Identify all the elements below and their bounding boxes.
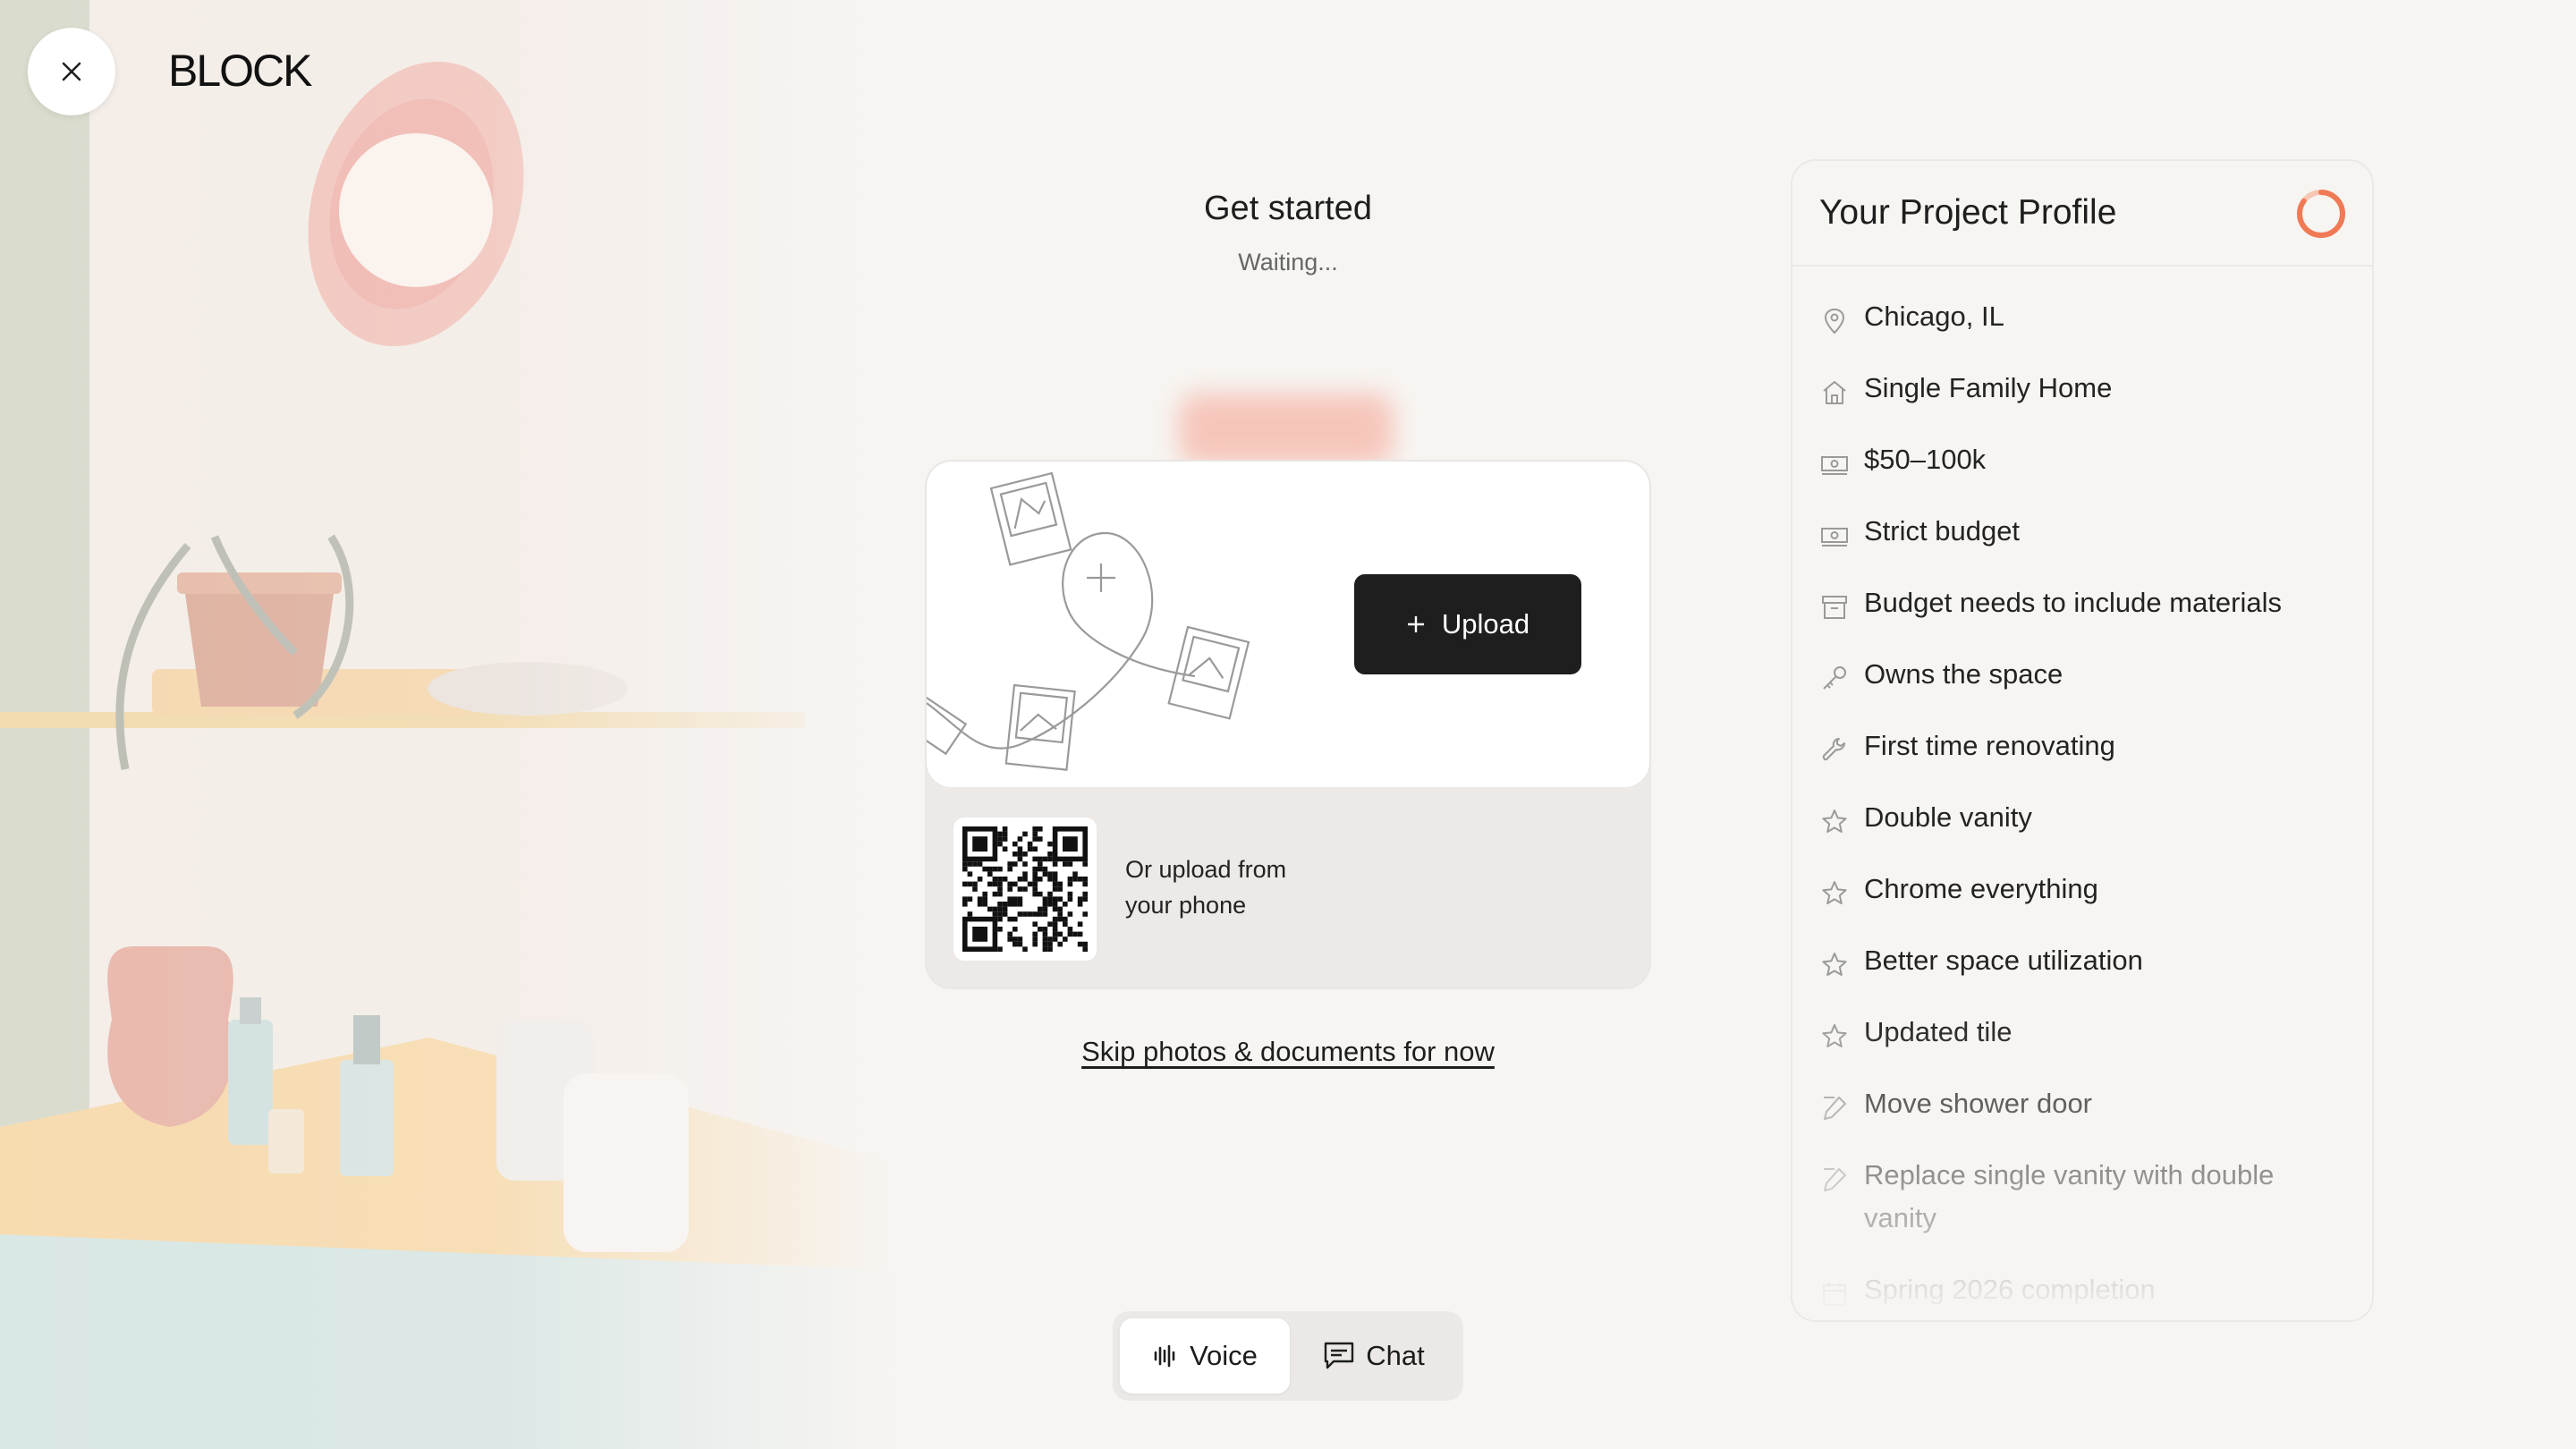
money-icon	[1821, 456, 1848, 475]
profile-item-label: Chrome everything	[1864, 873, 2098, 904]
profile-item: Spring 2026 completion	[1792, 1268, 2372, 1311]
block-logo[interactable]: BLOCK	[168, 45, 313, 97]
plus-icon	[1407, 616, 1424, 632]
profile-item-label: Strict budget	[1864, 515, 2021, 547]
profile-item-label: Replace single vanity with double vanity	[1864, 1159, 2275, 1233]
profile-item: Chrome everything	[1792, 868, 2372, 911]
status-text: Waiting...	[1238, 249, 1338, 275]
profile-item: Updated tile	[1792, 1011, 2372, 1054]
decorative-blur	[1179, 394, 1394, 465]
profile-item: Owns the space	[1792, 653, 2372, 696]
wrench-icon	[1822, 738, 1845, 761]
location-pin-icon	[1824, 308, 1845, 335]
profile-item: First time renovating	[1792, 724, 2372, 767]
archive-box-icon	[1822, 596, 1847, 619]
voice-waveform-icon	[1154, 1344, 1175, 1368]
voice-mode-label: Voice	[1190, 1340, 1258, 1371]
profile-item: Better space utilization	[1792, 939, 2372, 982]
chat-mode-label: Chat	[1366, 1340, 1425, 1371]
profile-items-list: Chicago, IL Single Family Home $50–100k Str…	[1792, 295, 2372, 1320]
profile-item: Replace single vanity with double vanity	[1792, 1154, 2372, 1240]
calendar-icon	[1823, 1283, 1846, 1306]
profile-progress-ring	[2297, 190, 2345, 238]
profile-item-label: Updated tile	[1864, 1016, 2012, 1047]
profile-item-label: Move shower door	[1864, 1088, 2093, 1119]
profile-header: Your Project Profile	[1792, 161, 2372, 267]
profile-item: $50–100k	[1792, 438, 2372, 481]
profile-item: Budget needs to include materials	[1792, 581, 2372, 624]
profile-item-label: Single Family Home	[1864, 372, 2113, 403]
profile-item: Double vanity	[1792, 796, 2372, 839]
profile-item-label: Chicago, IL	[1864, 301, 2004, 332]
voice-mode-button[interactable]: Voice	[1120, 1318, 1290, 1394]
star-icon	[1822, 1024, 1847, 1047]
profile-item: Strict budget	[1792, 510, 2372, 553]
profile-item-label: $50–100k	[1864, 444, 1987, 475]
upload-card: Upload Or upload from your phone	[925, 460, 1651, 989]
profile-item: Chicago, IL	[1792, 295, 2372, 338]
mode-switch: Voice Chat	[1113, 1311, 1463, 1401]
profile-item-label: First time renovating	[1864, 730, 2115, 761]
key-icon	[1823, 666, 1846, 690]
page-title: Get started	[1204, 190, 1372, 227]
star-icon	[1822, 881, 1847, 904]
profile-item-label: Owns the space	[1864, 658, 2063, 690]
money-icon	[1821, 528, 1848, 547]
profile-item-label: Better space utilization	[1864, 945, 2143, 976]
upload-button[interactable]: Upload	[1354, 574, 1581, 674]
star-icon	[1822, 953, 1847, 976]
profile-item-label: Spring 2026 completion	[1864, 1274, 2156, 1305]
skip-photos-link[interactable]: Skip photos & documents for now	[930, 1036, 1646, 1068]
qr-code	[953, 818, 1097, 961]
close-button[interactable]	[28, 28, 115, 115]
phone-upload-text: Or upload from your phone	[1125, 856, 1287, 919]
chat-bubble-icon	[1325, 1342, 1354, 1369]
background-photo	[0, 0, 894, 1449]
profile-title: Your Project Profile	[1819, 193, 2117, 232]
close-icon	[62, 62, 81, 81]
profile-item-label: Budget needs to include materials	[1864, 587, 2283, 618]
edit-icon	[1824, 1097, 1846, 1120]
edit-icon	[1824, 1168, 1846, 1191]
upload-dropzone[interactable]: Upload	[927, 462, 1649, 787]
profile-item: Single Family Home	[1792, 367, 2372, 410]
photos-illustration-icon	[927, 471, 1250, 771]
project-profile-panel: Your Project Profile Chicago, IL Single F…	[1791, 159, 2374, 1322]
chat-mode-button[interactable]: Chat	[1292, 1318, 1456, 1394]
profile-item: Move shower door	[1792, 1082, 2372, 1125]
star-icon	[1822, 809, 1847, 833]
profile-item-label: Double vanity	[1864, 801, 2032, 833]
upload-button-label: Upload	[1441, 608, 1530, 640]
house-icon	[1823, 381, 1846, 404]
